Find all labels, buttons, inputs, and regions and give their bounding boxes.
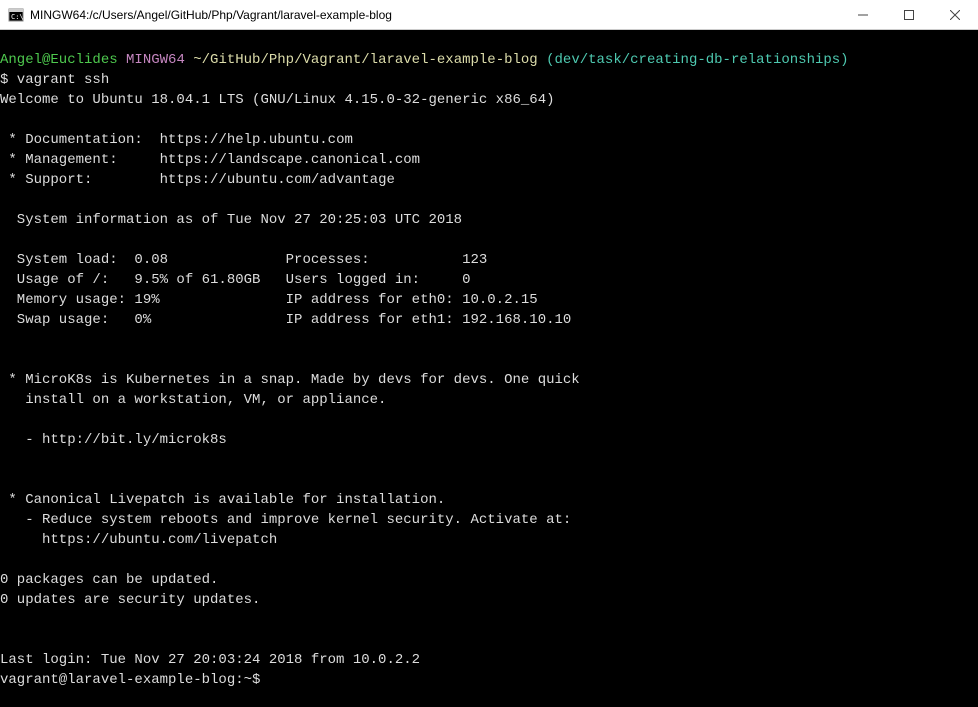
window-controls: [840, 0, 978, 29]
livepatch-url: https://ubuntu.com/livepatch: [0, 530, 978, 550]
empty-line: [0, 450, 978, 470]
empty-line: [0, 190, 978, 210]
empty-line: [0, 110, 978, 130]
support-line: * Support: https://ubuntu.com/advantage: [0, 170, 978, 190]
terminal-icon: C:\: [8, 7, 24, 23]
empty-line: [0, 550, 978, 570]
doc-line: * Documentation: https://help.ubuntu.com: [0, 130, 978, 150]
titlebar[interactable]: C:\ MINGW64:/c/Users/Angel/GitHub/Php/Va…: [0, 0, 978, 30]
empty-line: [0, 630, 978, 650]
prompt-line: Angel@Euclides MINGW64 ~/GitHub/Php/Vagr…: [0, 50, 978, 70]
close-button[interactable]: [932, 0, 978, 29]
empty-line: [0, 230, 978, 250]
microk8s-url: - http://bit.ly/microk8s: [0, 430, 978, 450]
window-title: MINGW64:/c/Users/Angel/GitHub/Php/Vagran…: [30, 8, 840, 22]
empty-line: [0, 30, 978, 50]
sysinfo-line: Swap usage: 0% IP address for eth1: 192.…: [0, 310, 978, 330]
prompt-path: ~/GitHub/Php/Vagrant/laravel-example-blo…: [193, 52, 537, 68]
empty-line: [0, 350, 978, 370]
empty-line: [0, 470, 978, 490]
maximize-button[interactable]: [886, 0, 932, 29]
empty-line: [0, 610, 978, 630]
lastlogin-line: Last login: Tue Nov 27 20:03:24 2018 fro…: [0, 650, 978, 670]
updates-line: 0 packages can be updated.: [0, 570, 978, 590]
microk8s-line: install on a workstation, VM, or applian…: [0, 390, 978, 410]
shell-prompt: vagrant@laravel-example-blog:~$: [0, 670, 978, 690]
livepatch-line: * Canonical Livepatch is available for i…: [0, 490, 978, 510]
livepatch-line: - Reduce system reboots and improve kern…: [0, 510, 978, 530]
welcome-line: Welcome to Ubuntu 18.04.1 LTS (GNU/Linux…: [0, 90, 978, 110]
prompt-shell: MINGW64: [126, 52, 185, 68]
sysinfo-line: Memory usage: 19% IP address for eth0: 1…: [0, 290, 978, 310]
command-line: $ vagrant ssh: [0, 70, 978, 90]
sysinfo-line: System load: 0.08 Processes: 123: [0, 250, 978, 270]
updates-line: 0 updates are security updates.: [0, 590, 978, 610]
empty-line: [0, 330, 978, 350]
prompt-branch: (dev/task/creating-db-relationships): [546, 52, 848, 68]
svg-text:C:\: C:\: [11, 13, 24, 21]
microk8s-line: * MicroK8s is Kubernetes in a snap. Made…: [0, 370, 978, 390]
sysinfo-line: Usage of /: 9.5% of 61.80GB Users logged…: [0, 270, 978, 290]
sysinfo-header: System information as of Tue Nov 27 20:2…: [0, 210, 978, 230]
minimize-button[interactable]: [840, 0, 886, 29]
mgmt-line: * Management: https://landscape.canonica…: [0, 150, 978, 170]
prompt-user: Angel@Euclides: [0, 52, 118, 68]
empty-line: [0, 410, 978, 430]
terminal-output[interactable]: Angel@Euclides MINGW64 ~/GitHub/Php/Vagr…: [0, 30, 978, 707]
